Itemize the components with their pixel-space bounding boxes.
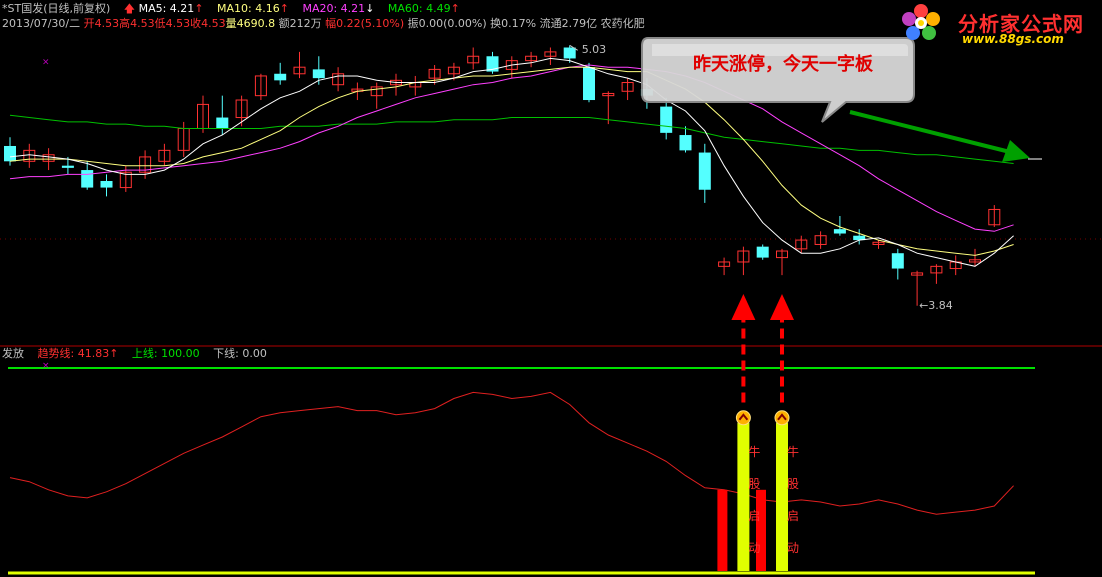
candle-body: [756, 246, 769, 258]
kline-chart[interactable]: ××: [0, 0, 1102, 577]
high-price-label: 5.03: [581, 43, 607, 57]
cross-marker-icon: ×: [42, 58, 50, 68]
up-arrow-icon: [770, 294, 794, 320]
trend-label: 趋势线: 41.83: [37, 347, 110, 360]
signal-marker-icon: [774, 410, 790, 426]
stock-name: *ST国发(日线,前复权): [2, 2, 111, 15]
trend-line: [9, 391, 1014, 515]
ma5-label: MA5: 4.21: [138, 2, 195, 15]
candle-body: [660, 106, 673, 133]
close-label: 收4.53: [190, 17, 226, 30]
volume-bar: [717, 489, 728, 571]
float-label: 流通2.79亿: [539, 17, 598, 30]
indicator-title: 发放 趋势线: 41.83↑ 上线: 100.00 下线: 0.00: [2, 347, 267, 360]
sector-label: 农药化肥: [600, 17, 645, 30]
indicator-header: *ST国发(日线,前复权) 🡅 MA5: 4.21↑ MA10: 4.16↑ M…: [2, 2, 460, 15]
candle-body: [61, 165, 74, 168]
upper-label: 上线: 100.00: [131, 347, 200, 360]
signal-label: 牛股启动: [786, 445, 799, 555]
signal-label: 牛股启动: [748, 445, 761, 555]
up-arrow-icon: [731, 294, 756, 320]
quote-info: 2013/07/30/二 开4.53高4.53低4.53收4.53量4690.8…: [2, 16, 645, 32]
ma60-label: MA60: 4.49: [387, 2, 451, 15]
candle-body: [312, 69, 325, 79]
indicator-panel: [8, 367, 1035, 575]
candle-body: [583, 67, 595, 101]
up-arrow-icon: 🡅: [123, 2, 136, 15]
cross-marker-icon: ×: [42, 361, 50, 371]
open-label: 开4.53: [83, 17, 120, 30]
candle-body: [698, 152, 711, 190]
candle-body: [81, 170, 94, 188]
candle-body: [100, 181, 113, 188]
lower-label: 下线: 0.00: [213, 347, 267, 360]
candle-body: [833, 229, 846, 234]
volume-label: 量4690.8: [225, 17, 276, 30]
turnover-label: 换0.17%: [490, 17, 537, 30]
candle-body: [216, 117, 229, 129]
candle-body: [679, 135, 692, 151]
change-label: 幅0.22(5.10%): [325, 17, 405, 30]
ma10-label: MA10: 4.16: [217, 2, 280, 15]
logo-url: www.88gs.com: [962, 32, 1064, 46]
callout-arrow-icon: [849, 110, 1030, 162]
signal-marker-icon: [735, 410, 751, 426]
indicator-name: 发放: [2, 347, 24, 360]
low-label: 低4.53: [154, 17, 191, 30]
candle-body: [4, 145, 16, 162]
callout-text: 昨天涨停，今天一字板: [693, 54, 873, 75]
candle-body: [274, 73, 287, 81]
amplitude-label: 振0.00(0.00%): [407, 17, 487, 30]
amount-label: 额212万: [278, 17, 322, 30]
low-price-label: ←3.84: [919, 298, 953, 312]
candle-body: [891, 253, 904, 269]
candle-body: [563, 47, 576, 59]
date-label: 2013/07/30/二: [2, 17, 81, 30]
high-label: 高4.53: [119, 17, 155, 30]
ma20-label: MA20: 4.21: [302, 2, 366, 15]
ma60-line: [9, 114, 1014, 164]
